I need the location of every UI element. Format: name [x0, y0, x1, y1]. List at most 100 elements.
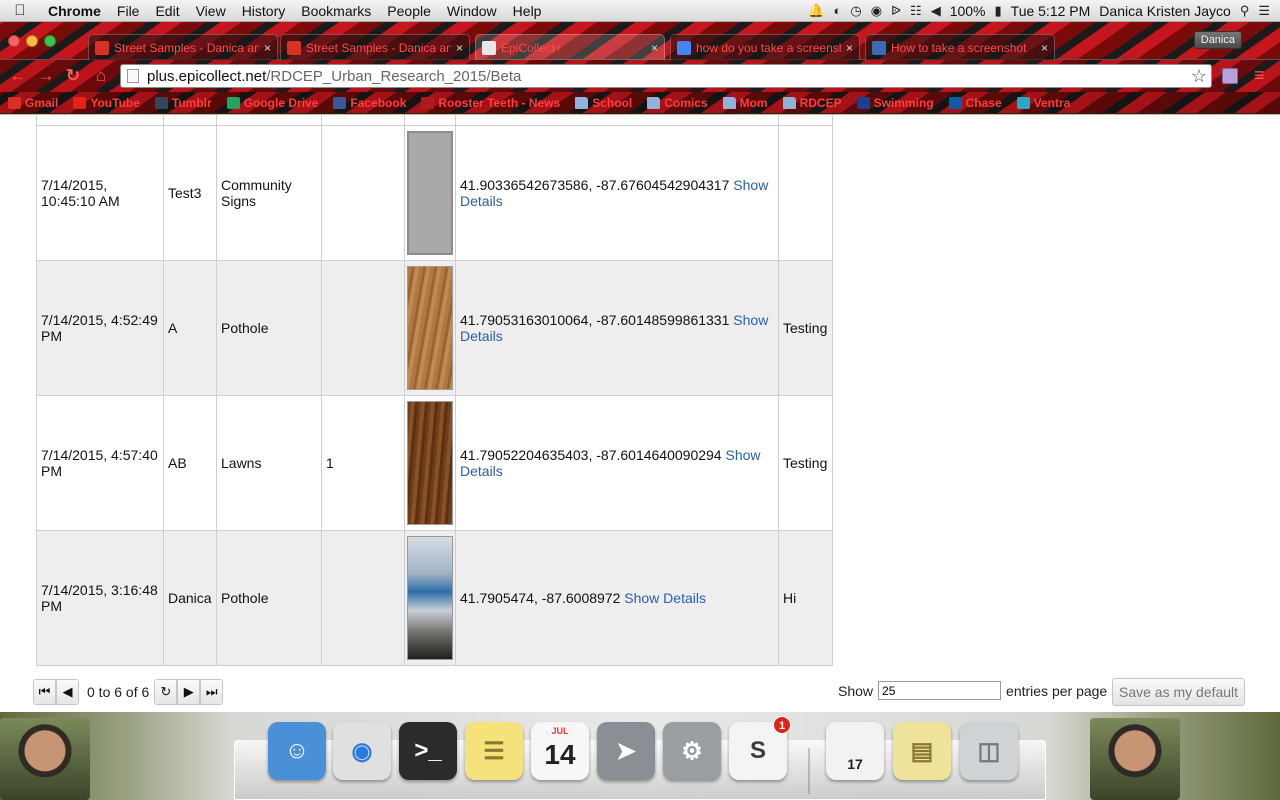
pagination-info: 0 to 6 of 6	[87, 684, 150, 700]
tab-0[interactable]: Street Samples - Danica and ×	[88, 34, 278, 60]
bookmark-tumblr[interactable]: Tumblr	[154, 96, 212, 110]
tab-3[interactable]: how do you take a screenshot ×	[670, 34, 860, 60]
bookmark-google-drive[interactable]: Google Drive	[226, 96, 318, 110]
calendar-window-icon[interactable]: 17	[826, 722, 884, 780]
photo-thumbnail[interactable]	[407, 131, 453, 255]
bookmark-youtube[interactable]: YouTube	[73, 96, 140, 110]
cell-location: 41.90336542673586, -87.67604542904317 Sh…	[455, 125, 779, 261]
binoculars-icon[interactable]: ◉	[871, 3, 882, 19]
map-pin-icon	[95, 40, 109, 55]
photo-thumbnail[interactable]	[407, 536, 453, 660]
bookmark-comics[interactable]: Comics	[647, 96, 708, 110]
bookmark-facebook[interactable]: Facebook	[333, 96, 406, 110]
volume-icon[interactable]: ◀	[931, 3, 941, 19]
show-details-link[interactable]: Show Details	[624, 590, 706, 606]
nightshift-icon[interactable]: ◐	[833, 3, 841, 18]
browser-toolbar: ← → ↻ ⌂ plus.epicollect.net/RDCEP_Urban_…	[0, 60, 1280, 92]
menu-bookmarks[interactable]: Bookmarks	[293, 3, 379, 19]
spotlight-search-icon[interactable]: ⚲	[1240, 3, 1250, 19]
close-tab-icon[interactable]: ×	[456, 41, 463, 55]
cell-category: Pothole	[216, 530, 322, 666]
save-default-button[interactable]: Save as my default	[1112, 678, 1246, 706]
extension-icon[interactable]	[1222, 68, 1238, 84]
photo-thumbnail[interactable]	[407, 401, 453, 525]
home-icon[interactable]: ⌂	[91, 66, 111, 86]
tab-4[interactable]: How to take a screenshot ×	[865, 34, 1055, 60]
bookmark-label: Ventra	[1033, 95, 1071, 110]
cell-quantity	[321, 125, 405, 261]
battery-icon[interactable]: ▮	[995, 3, 1002, 19]
notification-bell-icon[interactable]: 🔔	[808, 3, 824, 19]
youtube-icon	[73, 96, 87, 109]
address-bar[interactable]: plus.epicollect.net/RDCEP_Urban_Research…	[120, 64, 1212, 88]
bookmark-swimming[interactable]: Swimming	[856, 96, 934, 110]
battery-percent[interactable]: 100%	[950, 3, 986, 19]
roosterteeth-icon	[421, 96, 435, 109]
chrome-icon[interactable]: ◉	[333, 722, 391, 780]
next-page-icon[interactable]: ▶	[177, 679, 201, 705]
bookmark-chase[interactable]: Chase	[948, 96, 1002, 110]
trash-icon[interactable]: ◫	[960, 722, 1018, 780]
last-page-icon[interactable]: ⏭	[200, 679, 224, 705]
bookmark-rooster-teeth-news[interactable]: Rooster Teeth - News	[421, 96, 560, 110]
menu-clock[interactable]: Tue 5:12 PM	[1011, 3, 1091, 19]
close-tab-icon[interactable]: ×	[846, 41, 853, 55]
menu-help[interactable]: Help	[505, 3, 550, 19]
reload-icon[interactable]: ↻	[63, 66, 83, 86]
bookmark-ventra[interactable]: Ventra	[1016, 95, 1071, 110]
cell-name: A	[163, 260, 217, 396]
terminal-icon[interactable]: >_	[399, 722, 457, 780]
menu-view[interactable]: View	[188, 3, 234, 19]
chrome-menu-icon[interactable]: ≡	[1254, 65, 1265, 86]
bookmark-label: Gmail	[25, 95, 59, 110]
window-controls	[8, 35, 56, 47]
notes-icon[interactable]: ☰	[465, 722, 523, 780]
slack-icon[interactable]: S1	[729, 716, 791, 780]
zoom-window-icon[interactable]	[44, 35, 56, 47]
close-tab-icon[interactable]: ×	[264, 41, 271, 55]
menu-app[interactable]: Chrome	[40, 3, 109, 19]
page-content: 7/14/2015, 10:45:10 AM Test3 Community Sig…	[0, 115, 1280, 712]
bookmark-label: Rooster Teeth - News	[438, 95, 561, 110]
menu-window[interactable]: Window	[439, 3, 505, 19]
per-page-input[interactable]	[878, 681, 1002, 700]
time-machine-icon[interactable]: ◷	[850, 3, 861, 19]
google-icon	[677, 40, 691, 55]
menu-people[interactable]: People	[379, 3, 439, 19]
location-coords: 41.79053163010064, -87.60148599861331	[460, 312, 730, 328]
apple-icon[interactable]: 	[0, 2, 40, 19]
profile-button[interactable]: Danica	[1193, 31, 1242, 49]
wifi-icon[interactable]: ☷	[910, 3, 922, 19]
stickies-window-icon[interactable]: ▤	[893, 722, 951, 780]
tab-2[interactable]: EpiCollect+ ×	[475, 34, 665, 60]
back-arrow-icon[interactable]: ←	[8, 66, 28, 86]
minimize-window-icon[interactable]	[26, 35, 38, 47]
bookmark-rdcep[interactable]: RDCEP	[782, 96, 842, 110]
bookmark-star-icon[interactable]: ☆	[1191, 66, 1207, 87]
close-window-icon[interactable]	[8, 35, 20, 47]
photo-thumbnail[interactable]	[407, 266, 453, 390]
bookmark-mom[interactable]: Mom	[722, 96, 768, 110]
tab-1[interactable]: Street Samples - Danica and ×	[280, 34, 470, 60]
forward-arrow-icon[interactable]: →	[36, 66, 56, 86]
prev-page-icon[interactable]: ◀	[56, 679, 79, 705]
calendar-icon[interactable]: JUL 14	[531, 722, 589, 780]
close-tab-icon[interactable]: ×	[1041, 41, 1048, 55]
menu-history[interactable]: History	[234, 3, 294, 19]
bluetooth-icon[interactable]: ᐉ	[891, 3, 901, 19]
system-preferences-icon[interactable]: ⚙	[663, 722, 721, 780]
finder-icon[interactable]: ☺	[268, 722, 326, 780]
menu-user[interactable]: Danica Kristen Jayco	[1099, 3, 1231, 19]
close-tab-icon[interactable]: ×	[651, 41, 658, 55]
menu-file[interactable]: File	[109, 3, 148, 19]
menu-edit[interactable]: Edit	[147, 3, 187, 19]
launchpad-icon[interactable]: ➤	[597, 722, 655, 780]
bookmark-gmail[interactable]: Gmail	[8, 96, 58, 110]
first-page-icon[interactable]: ⏮	[33, 679, 56, 705]
refresh-icon[interactable]: ↻	[154, 679, 178, 705]
notification-center-icon[interactable]: ☰	[1258, 3, 1270, 19]
wallpaper-photo-right	[1090, 718, 1180, 800]
bookmark-label: School	[592, 95, 633, 110]
monitor-icon	[872, 40, 886, 55]
bookmark-school[interactable]: School	[575, 96, 632, 110]
